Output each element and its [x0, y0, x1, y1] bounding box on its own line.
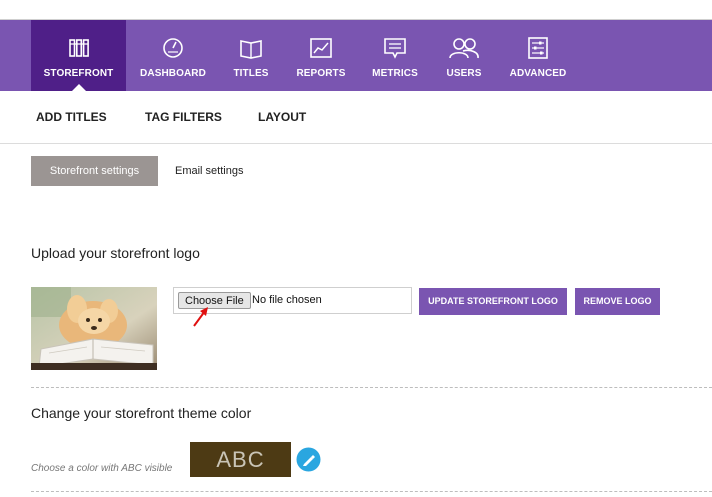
gauge-icon — [163, 38, 183, 58]
color-picker-icon[interactable] — [296, 447, 321, 472]
books-icon — [68, 39, 89, 57]
choose-file-button[interactable]: Choose File — [178, 292, 251, 309]
nav-label-metrics: METRICS — [372, 68, 418, 79]
nav-label-storefront: STOREFRONT — [43, 68, 114, 79]
tab-layout[interactable]: LAYOUT — [258, 110, 306, 124]
upload-logo-title: Upload your storefront logo — [31, 245, 200, 261]
nav-label-dashboard: DASHBOARD — [140, 68, 206, 79]
section-divider-bottom — [31, 491, 712, 492]
nav-item-advanced[interactable]: ADVANCED — [505, 20, 571, 91]
puppy-reading-photo — [31, 287, 157, 370]
sub-nav: ADD TITLES TAG FILTERS LAYOUT — [0, 91, 712, 144]
users-icon — [449, 38, 479, 59]
message-box-icon — [384, 38, 406, 59]
theme-color-swatch[interactable]: ABC — [190, 442, 291, 477]
tab-storefront-settings[interactable]: Storefront settings — [31, 156, 158, 186]
color-hint-text: Choose a color with ABC visible — [31, 463, 173, 474]
nav-item-reports[interactable]: REPORTS — [292, 20, 350, 91]
nav-label-reports: REPORTS — [296, 68, 346, 79]
section-divider — [31, 387, 712, 388]
file-status-text: No file chosen — [252, 294, 322, 306]
line-chart-icon — [310, 38, 332, 58]
nav-item-metrics[interactable]: METRICS — [366, 20, 424, 91]
update-logo-button[interactable]: UPDATE STOREFRONT LOGO — [419, 288, 567, 315]
tab-email-settings[interactable]: Email settings — [175, 156, 243, 186]
storefront-logo-image — [31, 287, 157, 370]
top-strip — [0, 0, 712, 20]
theme-color-title: Change your storefront theme color — [31, 405, 252, 421]
sliders-icon — [528, 37, 548, 59]
nav-label-users: USERS — [446, 68, 482, 79]
main-nav: STOREFRONT DASHBOARD TITLES REPORTS METR… — [0, 20, 712, 91]
nav-item-dashboard[interactable]: DASHBOARD — [136, 20, 210, 91]
tab-tag-filters[interactable]: TAG FILTERS — [145, 110, 222, 124]
active-caret — [71, 84, 86, 91]
red-arrow-icon — [193, 307, 208, 327]
nav-label-titles: TITLES — [233, 68, 269, 79]
open-book-icon — [240, 40, 262, 59]
remove-logo-button[interactable]: REMOVE LOGO — [575, 288, 660, 315]
nav-item-titles[interactable]: TITLES — [226, 20, 276, 91]
nav-item-users[interactable]: USERS — [439, 20, 489, 91]
nav-label-advanced: ADVANCED — [509, 68, 567, 79]
nav-item-storefront[interactable]: STOREFRONT — [31, 20, 126, 91]
tab-add-titles[interactable]: ADD TITLES — [36, 110, 107, 124]
